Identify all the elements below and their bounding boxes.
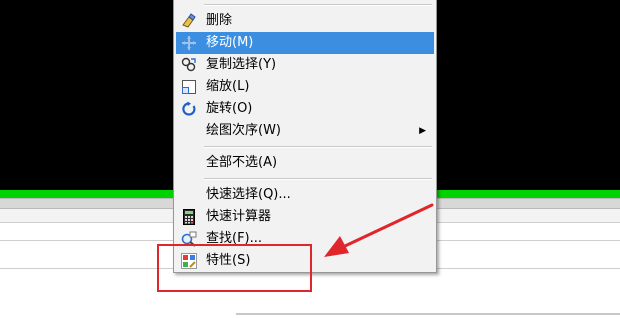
menu-separator	[204, 178, 432, 180]
menu-item-rotate[interactable]: 旋转(O)	[176, 98, 434, 120]
eraser-icon	[181, 13, 197, 29]
menu-item-deselect-all[interactable]: 全部不选(A)	[176, 152, 434, 174]
menu-item-label: 复制选择(Y)	[206, 57, 277, 72]
divider	[236, 313, 620, 315]
menu-item-label: 旋转(O)	[206, 101, 253, 116]
menu-item-scale[interactable]: 缩放(L)	[176, 76, 434, 98]
rotate-icon	[181, 101, 197, 117]
calculator-icon	[181, 209, 197, 225]
menu-item-label: 快速选择(Q)...	[206, 187, 291, 202]
scale-icon	[181, 79, 197, 95]
menu-item-move[interactable]: 移动(M)	[176, 32, 434, 54]
copy-selection-icon	[181, 57, 197, 73]
context-menu: 删除 移动(M) 复制选择(Y) 缩放(L) 旋转(O) 绘图次序(W) ▶ 全…	[173, 0, 437, 273]
menu-item-label: 移动(M)	[206, 35, 254, 50]
menu-item-label: 删除	[206, 13, 233, 28]
menu-item-copy-selection[interactable]: 复制选择(Y)	[176, 54, 434, 76]
menu-item-label: 快速计算器	[206, 209, 272, 224]
move-icon	[181, 35, 197, 51]
menu-item-quickcalc[interactable]: 快速计算器	[176, 206, 434, 228]
menu-item-label: 缩放(L)	[206, 79, 250, 94]
menu-separator	[204, 146, 432, 148]
menu-item-label: 全部不选(A)	[206, 155, 278, 170]
annotation-highlight-box	[157, 244, 312, 292]
menu-item-delete[interactable]: 删除	[176, 10, 434, 32]
submenu-arrow-icon: ▶	[419, 126, 426, 136]
menu-separator	[204, 4, 432, 6]
menu-item-draw-order[interactable]: 绘图次序(W) ▶	[176, 120, 434, 142]
menu-item-quick-select[interactable]: 快速选择(Q)...	[176, 184, 434, 206]
menu-item-label: 绘图次序(W)	[206, 123, 281, 138]
